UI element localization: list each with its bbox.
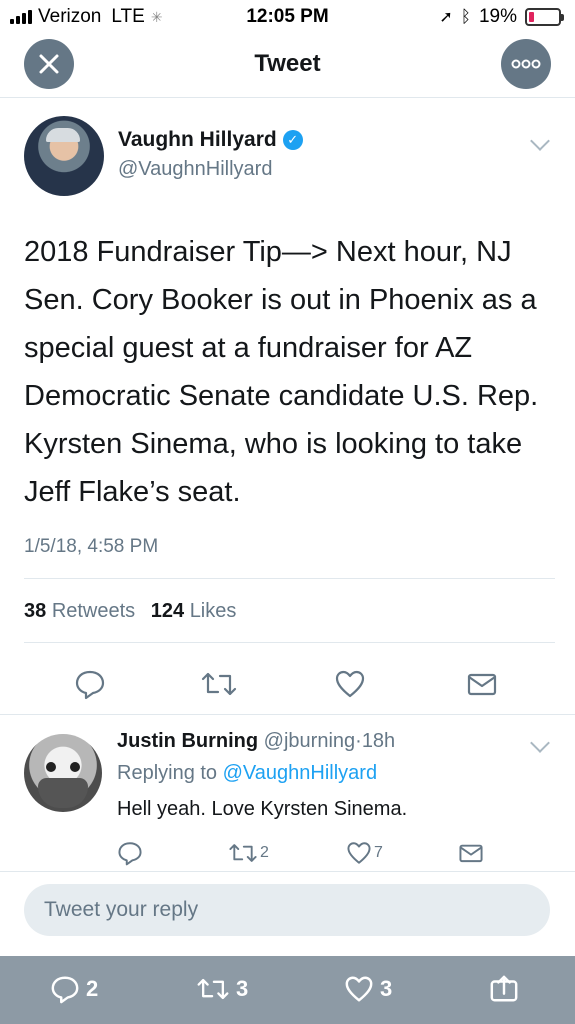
reply-actions: 2 7 <box>0 840 575 870</box>
reply-text: Hell yeah. Love Kyrsten Sinema. <box>117 798 408 820</box>
verified-badge-icon: ✓ <box>282 130 303 150</box>
bottom-action-bar: 2 3 3 <box>0 956 575 1024</box>
like-button[interactable]: 7 <box>346 840 383 866</box>
heart-icon <box>345 976 373 1002</box>
bluetooth-icon: ᛒ <box>460 7 471 26</box>
retweet-icon <box>197 978 229 1000</box>
tweet-header: Tweet <box>0 34 575 98</box>
retweet-count: 2 <box>260 844 269 861</box>
author-name-text: Vaughn Hillyard <box>118 128 277 151</box>
tweet-text: 2018 Fundraiser Tip—> Next hour, NJ Sen.… <box>24 236 539 508</box>
replying-to-label: Replying to <box>117 762 218 784</box>
location-arrow-icon: ➚ <box>439 9 453 26</box>
author-handle[interactable]: @VaughnHillyard <box>118 158 272 181</box>
reply-tweet[interactable]: Justin Burning @jburning·18h Replying to… <box>0 716 575 870</box>
reply-button[interactable] <box>117 840 143 866</box>
reply-icon <box>75 670 105 700</box>
reply-separator: · <box>355 730 362 752</box>
status-right: ➚ ᛒ 19% <box>439 6 564 28</box>
share-button[interactable] <box>466 668 498 700</box>
bottom-reply-count: 2 <box>86 976 99 1001</box>
bottom-retweet-button[interactable]: 3 <box>196 974 248 1004</box>
retweets-stat[interactable]: 38 Retweets <box>24 600 135 622</box>
bottom-share-button[interactable] <box>488 974 520 1004</box>
author-name[interactable]: Vaughn Hillyard ✓ <box>118 128 303 152</box>
like-button[interactable] <box>334 668 366 700</box>
divider <box>24 578 555 579</box>
replying-to: Replying to @VaughnHillyard <box>117 762 377 785</box>
retweet-button[interactable] <box>200 668 238 700</box>
like-count: 7 <box>374 844 383 861</box>
avatar[interactable] <box>24 734 102 812</box>
status-bar: Verizon LTE ✳ 12:05 PM ➚ ᛒ 19% <box>0 0 575 34</box>
bottom-like-button[interactable]: 3 <box>344 974 392 1004</box>
tweet-timestamp: 1/5/18, 4:58 PM <box>24 536 159 557</box>
share-button[interactable] <box>458 840 484 866</box>
avatar[interactable] <box>24 116 104 196</box>
battery-fill <box>529 12 535 22</box>
reply-icon <box>51 976 79 1004</box>
bottom-like-count: 3 <box>380 976 393 1001</box>
reply-author-name[interactable]: Justin Burning <box>117 730 258 752</box>
more-options-button[interactable] <box>501 39 551 89</box>
retweet-button[interactable]: 2 <box>228 840 269 866</box>
reply-button[interactable] <box>74 668 106 700</box>
retweets-label: Retweets <box>51 600 136 622</box>
chevron-down-icon[interactable] <box>530 733 550 753</box>
page-title: Tweet <box>254 50 321 77</box>
retweets-count: 38 <box>24 600 47 622</box>
reply-icon <box>118 842 142 866</box>
reply-header: Justin Burning @jburning·18h <box>117 730 395 753</box>
tweet-stats: 38 Retweets 124 Likes <box>24 600 236 623</box>
replying-to-mention[interactable]: @VaughnHillyard <box>223 762 377 784</box>
retweet-icon <box>229 844 257 862</box>
likes-count: 124 <box>150 600 185 622</box>
battery-percent: 19% <box>478 6 517 27</box>
reply-time: 18h <box>361 730 396 752</box>
reply-input[interactable] <box>24 884 550 936</box>
divider <box>24 642 555 643</box>
share-icon <box>490 975 518 1002</box>
battery-icon <box>525 8 564 26</box>
likes-label: Likes <box>189 600 237 622</box>
reply-author-handle[interactable]: @jburning <box>264 730 355 752</box>
reply-composer <box>0 872 575 956</box>
chevron-down-icon[interactable] <box>530 131 550 151</box>
retweet-icon <box>201 672 237 696</box>
envelope-icon <box>459 844 483 863</box>
bottom-reply-button[interactable]: 2 <box>50 974 98 1004</box>
bottom-retweet-count: 3 <box>236 976 249 1001</box>
heart-icon <box>347 842 371 864</box>
more-dots-icon <box>511 59 541 69</box>
section-separator <box>0 714 575 715</box>
heart-icon <box>335 670 365 698</box>
likes-stat[interactable]: 124 Likes <box>151 600 237 622</box>
envelope-icon <box>467 673 497 696</box>
tweet-actions <box>0 668 575 708</box>
